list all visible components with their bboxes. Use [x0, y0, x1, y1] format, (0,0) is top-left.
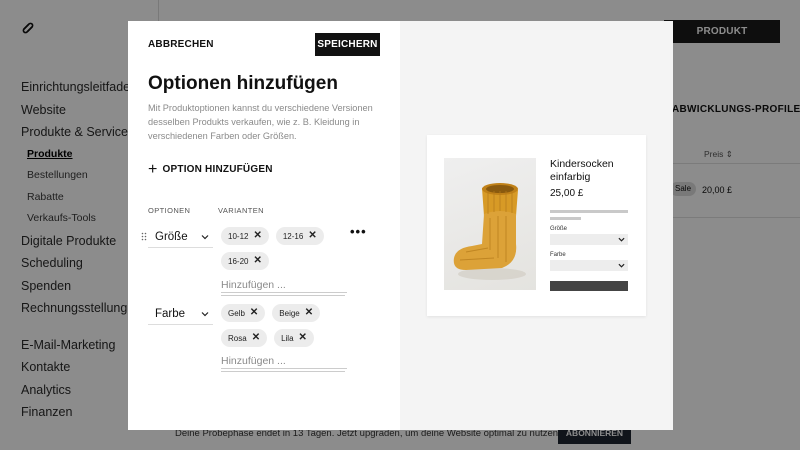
preview-select-color: [550, 260, 628, 271]
preview-select-label-color: Farbe: [550, 252, 566, 258]
close-icon[interactable]: ✕: [252, 333, 260, 343]
preview-select-label-size: Größe: [550, 226, 568, 232]
input-underline: [221, 295, 345, 296]
option-name-label: Farbe: [155, 307, 186, 320]
variant-chips-color: Gelb ✕ Beige ✕ Rosa ✕ Lila ✕: [221, 304, 351, 347]
variants-column-header: VARIANTEN: [218, 206, 264, 215]
variant-chip-label: Gelb: [228, 308, 245, 318]
preview-select-size: [550, 234, 628, 245]
option-name-label: Größe: [155, 230, 188, 243]
modal-description: Mit Produktoptionen kannst du verschiede…: [148, 103, 373, 141]
product-preview-card: Kindersocken einfarbig 25,00 £ Größe Far…: [427, 135, 646, 316]
close-icon[interactable]: ✕: [308, 231, 316, 241]
more-options-button[interactable]: •••: [350, 224, 367, 239]
options-column-header: OPTIONEN: [148, 206, 191, 215]
close-icon[interactable]: ✕: [305, 308, 313, 318]
drag-handle-icon[interactable]: [141, 232, 147, 241]
add-option-label: OPTION HINZUFÜGEN: [162, 164, 273, 175]
save-button[interactable]: SPEICHERN: [315, 33, 380, 56]
variant-chip: Gelb ✕: [221, 304, 266, 322]
product-preview-panel: Kindersocken einfarbig 25,00 £ Größe Far…: [400, 21, 673, 430]
variant-chips-size: 10-12 ✕ 12-16 ✕ 16-20 ✕: [221, 227, 351, 270]
variant-chip: 16-20 ✕: [221, 252, 269, 270]
variant-chip-label: Beige: [279, 308, 300, 318]
add-variant-input-color[interactable]: [221, 353, 347, 369]
chevron-down-icon: [618, 237, 625, 242]
close-icon[interactable]: ✕: [250, 308, 258, 318]
add-option-button[interactable]: + OPTION HINZUFÜGEN: [148, 160, 273, 178]
variant-chip: Beige ✕: [272, 304, 321, 322]
input-underline: [221, 371, 345, 372]
variant-chip: 12-16 ✕: [275, 227, 324, 245]
variant-chip-label: Lila: [281, 333, 294, 343]
options-editor-panel: ABBRECHEN SPEICHERN Optionen hinzufügen …: [128, 21, 400, 430]
preview-description-line: [550, 210, 628, 213]
cancel-button[interactable]: ABBRECHEN: [148, 39, 214, 50]
variant-chip-label: 16-20: [228, 256, 249, 266]
modal-title: Optionen hinzufügen: [148, 73, 338, 94]
add-options-modal: ABBRECHEN SPEICHERN Optionen hinzufügen …: [128, 21, 673, 430]
close-icon[interactable]: ✕: [253, 256, 261, 266]
yellow-sock-icon: [453, 183, 526, 280]
product-image: [444, 158, 536, 290]
variant-chip-label: Rosa: [228, 333, 247, 343]
variant-chip-label: 10-12: [228, 231, 249, 241]
variant-chip-label: 12-16: [282, 231, 304, 241]
option-name-select-size[interactable]: Größe: [148, 226, 213, 248]
close-icon[interactable]: ✕: [253, 231, 261, 241]
chevron-down-icon: [618, 263, 625, 268]
preview-add-to-cart-button: [550, 281, 628, 291]
chevron-down-icon: [201, 312, 209, 317]
add-variant-input-size[interactable]: [221, 277, 347, 293]
close-icon[interactable]: ✕: [299, 333, 307, 343]
variant-chip: Lila ✕: [274, 329, 314, 347]
chevron-down-icon: [201, 235, 209, 240]
variant-chip: Rosa ✕: [221, 329, 268, 347]
preview-description-line: [550, 217, 581, 220]
option-name-select-color[interactable]: Farbe: [148, 303, 213, 325]
preview-product-name: Kindersocken einfarbig: [550, 158, 614, 183]
variant-chip: 10-12 ✕: [221, 227, 269, 245]
plus-icon: +: [148, 160, 158, 178]
preview-product-price: 25,00 £: [550, 188, 584, 199]
